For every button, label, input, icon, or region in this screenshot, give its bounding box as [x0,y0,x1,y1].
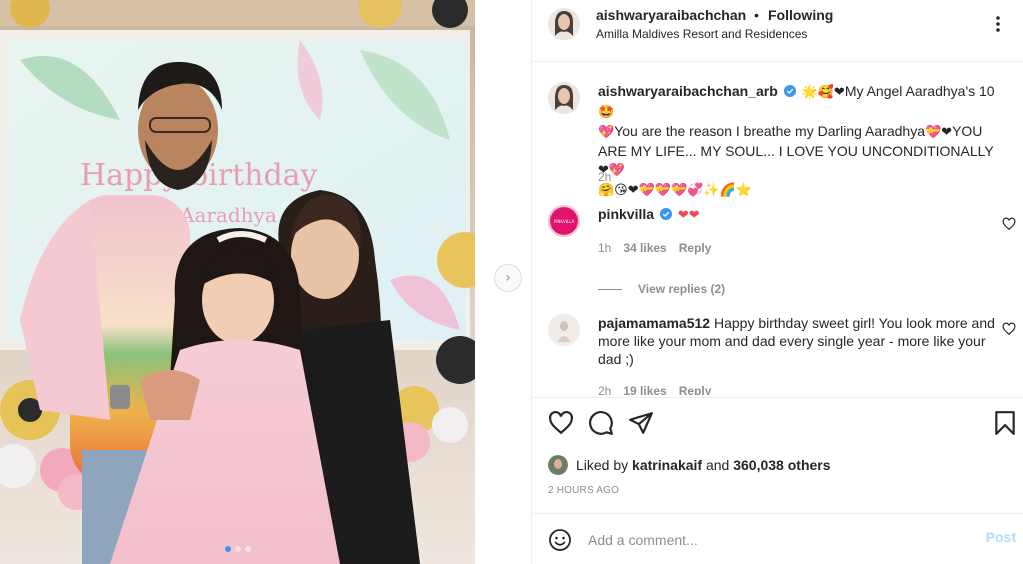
save-bookmark-icon[interactable] [992,410,1018,436]
separator-dot: • [754,7,759,23]
liker-avatar[interactable] [548,455,568,475]
comment-time[interactable]: 1h [598,241,611,255]
post-sidebar: aishwaryaraibachchan • Following Amilla … [531,0,1023,564]
comment-text: pajamamama512 Happy birthday sweet girl!… [598,314,1000,368]
carousel-dots [0,546,475,552]
comment-bubble-icon[interactable] [588,410,614,436]
comment-likes[interactable]: 19 likes [623,384,666,395]
comment-time[interactable]: 2h [598,384,611,395]
caption-line-1: My Angel Aaradhya's 10 [844,83,995,99]
add-comment-form: Post [532,513,1023,564]
author-avatar[interactable] [548,8,580,40]
comments-list[interactable]: aishwaryaraibachchan_arb 🌟🥰❤My Angel Aar… [532,63,1023,395]
liked-by-summary: Liked by katrinakaif and 360,038 others [548,455,1018,475]
pinkvilla-avatar[interactable]: PINKVILLA [548,205,580,237]
more-options-icon[interactable] [988,14,1008,34]
post-timestamp[interactable]: 2 HOURS AGO [548,485,619,496]
share-paper-plane-icon[interactable] [628,410,654,436]
caption-line-3: ARE MY LIFE... MY SOUL... I LOVE YOU UNC… [598,143,994,159]
comment-text: pinkvilla ❤❤ [598,205,1000,225]
caption-emoji: 💖 [598,125,615,140]
like-comment-heart-icon[interactable] [1002,217,1016,231]
next-slide-button[interactable]: › [494,264,522,292]
caption-text: aishwaryaraibachchan_arb 🌟🥰❤My Angel Aar… [598,82,1000,200]
following-button[interactable]: Following [768,7,833,23]
post-location[interactable]: Amilla Maldives Resort and Residences [596,27,807,41]
comment-input[interactable] [588,526,968,554]
caption-line-2: You are the reason I breathe my Darling … [614,123,925,139]
like-heart-icon[interactable] [548,410,574,436]
liked-by-count[interactable]: 360,038 others [733,457,830,473]
caption-emoji: 🌟🥰❤ [801,85,845,100]
caption-avatar[interactable] [548,82,580,114]
action-bar [532,397,1023,453]
emoji-smile-icon[interactable] [548,528,572,552]
caption-emoji: 💝❤ [924,125,953,140]
commenter-avatar[interactable] [548,314,580,346]
chevron-right-icon: › [505,270,511,286]
carousel-dot[interactable] [244,546,251,552]
author-username[interactable]: aishwaryaraibachchan [596,7,746,23]
carousel-dot[interactable] [234,546,241,552]
comment-username[interactable]: pinkvilla [598,206,654,222]
comment-username[interactable]: pajamamama512 [598,315,710,331]
post-header: aishwaryaraibachchan • Following Amilla … [532,0,1023,62]
view-replies-label: View replies (2) [638,282,726,296]
pinkvilla-logo-text: PINKVILLA [554,219,575,224]
carousel-dot[interactable] [224,546,231,552]
verified-badge-icon [783,85,796,97]
post-photo[interactable]: Happy birthday Aaradhya [0,0,475,564]
like-comment-heart-icon[interactable] [1002,322,1016,336]
verified-badge-icon [659,208,672,220]
liked-by-prefix: Liked by [576,457,629,473]
post-comment-button[interactable]: Post [986,529,1016,545]
comment-meta: 1h 34 likes Reply [598,241,711,255]
reply-button[interactable]: Reply [679,241,712,255]
view-replies-button[interactable]: View replies (2) [598,282,725,296]
caption-username[interactable]: aishwaryaraibachchan_arb [598,83,778,99]
caption-line-2b: YOU [952,123,983,139]
liked-by-user[interactable]: katrinakaif [632,457,702,473]
comment-body: ❤❤ [677,208,700,223]
photo-illustration: Happy birthday Aaradhya [0,0,475,564]
caption-emoji: 🤩 [598,105,615,120]
banner-text-2: Aaradhya [179,203,277,227]
caption-meta: 2h [598,170,611,184]
comment-likes[interactable]: 34 likes [623,241,666,255]
caption-time[interactable]: 2h [598,170,611,184]
caption-emoji: 🤗😘❤💝💝💝💞✨🌈⭐ [598,183,752,198]
divider-line [598,288,622,290]
reply-button[interactable]: Reply [679,384,712,395]
liked-by-and: and [705,457,730,473]
comment-meta: 2h 19 likes Reply [598,384,711,395]
